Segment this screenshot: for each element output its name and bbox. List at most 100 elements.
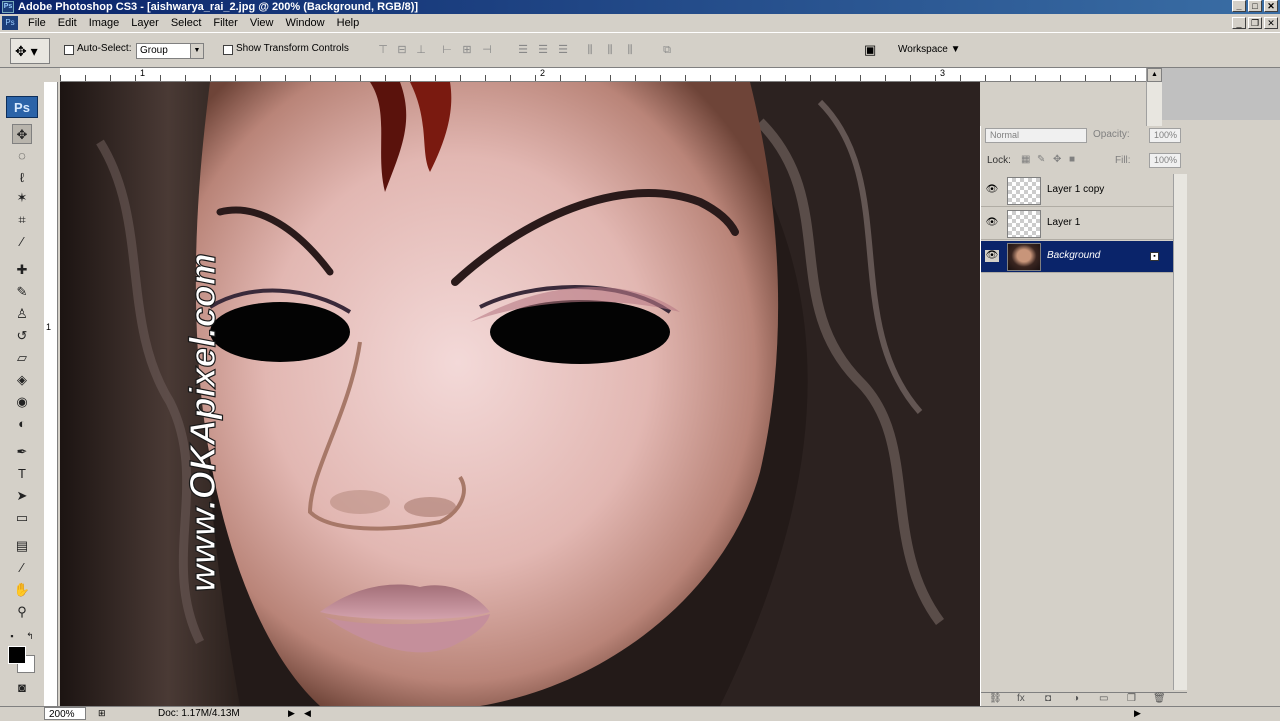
type-tool-icon[interactable]: T bbox=[12, 464, 32, 484]
menu-layer[interactable]: Layer bbox=[125, 14, 165, 32]
lock-label: Lock: bbox=[987, 155, 1011, 166]
close-button[interactable]: ✕ bbox=[1264, 0, 1278, 12]
lock-transparency-icon[interactable]: ▦ bbox=[1021, 154, 1030, 165]
marquee-tool-icon[interactable]: ◌ bbox=[12, 146, 32, 166]
layer-row[interactable]: 👁 Layer 1 copy bbox=[981, 175, 1173, 207]
menu-image[interactable]: Image bbox=[83, 14, 126, 32]
new-group-icon[interactable]: ▭ bbox=[1099, 693, 1108, 704]
new-layer-icon[interactable]: ❐ bbox=[1127, 693, 1136, 704]
history-brush-icon[interactable]: ↺ bbox=[12, 326, 32, 346]
paint-bucket-icon[interactable]: ◈ bbox=[12, 370, 32, 390]
menu-view[interactable]: View bbox=[244, 14, 280, 32]
scroll-left-icon[interactable]: ◀ bbox=[304, 707, 311, 720]
scroll-up-icon[interactable]: ▲ bbox=[1147, 68, 1162, 82]
layer-style-icon[interactable]: fx bbox=[1017, 693, 1025, 704]
document-icon[interactable]: Ps bbox=[2, 16, 18, 30]
toolbox: Ps ✥ ◌ ℓ ✶ ⌗ ⁄ ✚ ✎ ♙ ↺ ▱ ◈ ◉ ◐ ✒ T ➤ ▭ ▤… bbox=[0, 82, 44, 706]
auto-select-checkbox[interactable] bbox=[64, 45, 74, 55]
distribute-hcenter-icon[interactable]: ⫼ bbox=[603, 44, 617, 56]
eye-icon[interactable]: 👁 bbox=[985, 184, 999, 196]
workspace-button[interactable]: Workspace ▼ bbox=[898, 41, 961, 59]
lock-position-icon[interactable]: ✥ bbox=[1053, 154, 1061, 165]
lock-pixels-icon[interactable]: ✎ bbox=[1037, 154, 1045, 165]
align-top-icon[interactable]: ⊤ bbox=[376, 44, 390, 56]
auto-select-value: Group bbox=[140, 45, 168, 56]
vertical-ruler: 1 bbox=[44, 82, 58, 706]
blur-tool-icon[interactable]: ◉ bbox=[12, 392, 32, 412]
foreground-color-swatch[interactable] bbox=[8, 646, 26, 664]
menu-select[interactable]: Select bbox=[165, 14, 208, 32]
brush-tool-icon[interactable]: ✎ bbox=[12, 282, 32, 302]
fill-input[interactable]: 100% bbox=[1149, 153, 1181, 168]
minimize-button[interactable]: _ bbox=[1232, 0, 1246, 12]
distribute-top-icon[interactable]: ☰ bbox=[516, 44, 530, 56]
path-selection-icon[interactable]: ➤ bbox=[12, 486, 32, 506]
auto-align-icon[interactable]: ⧉ bbox=[660, 44, 674, 56]
auto-select-dropdown[interactable]: Group ▼ bbox=[136, 43, 204, 59]
dodge-tool-icon[interactable]: ◐ bbox=[12, 414, 32, 434]
default-colors-icon[interactable]: ▪ bbox=[6, 626, 18, 646]
document-canvas[interactable]: www.OKApixel.com bbox=[60, 82, 980, 706]
opacity-input[interactable]: 100% bbox=[1149, 128, 1181, 143]
menu-file[interactable]: File bbox=[22, 14, 52, 32]
move-tool-icon[interactable]: ✥ bbox=[12, 124, 32, 144]
layer-thumbnail bbox=[1007, 243, 1041, 271]
scroll-right-icon[interactable]: ▶ bbox=[1134, 707, 1141, 720]
clone-stamp-icon[interactable]: ♙ bbox=[12, 304, 32, 324]
magic-wand-icon[interactable]: ✶ bbox=[12, 188, 32, 208]
rectangle-tool-icon[interactable]: ▭ bbox=[12, 508, 32, 528]
pen-tool-icon[interactable]: ✒ bbox=[12, 442, 32, 462]
menu-help[interactable]: Help bbox=[331, 14, 366, 32]
doc-close-button[interactable]: ✕ bbox=[1264, 17, 1278, 29]
distribute-bottom-icon[interactable]: ☰ bbox=[556, 44, 570, 56]
swap-colors-icon[interactable]: ↰ bbox=[24, 626, 36, 646]
distribute-left-icon[interactable]: ⫼ bbox=[583, 44, 597, 56]
align-vcenter-icon[interactable]: ⊟ bbox=[395, 44, 409, 56]
hand-tool-icon[interactable]: ✋ bbox=[12, 580, 32, 600]
status-menu-icon[interactable]: ⊞ bbox=[98, 707, 106, 720]
align-left-icon[interactable]: ⊢ bbox=[440, 44, 454, 56]
lasso-tool-icon[interactable]: ℓ bbox=[12, 168, 32, 188]
auto-select-label: Auto-Select: bbox=[77, 43, 132, 54]
layers-panel: Normal Opacity: 100% Lock: ▦ ✎ ✥ ■ Fill:… bbox=[980, 126, 1188, 706]
layer-mask-icon[interactable]: ◘ bbox=[1045, 693, 1051, 704]
layer-thumbnail bbox=[1007, 177, 1041, 205]
blend-mode-dropdown[interactable]: Normal bbox=[985, 128, 1087, 143]
photoshop-logo[interactable]: Ps bbox=[6, 96, 38, 118]
layer-thumbnail bbox=[1007, 210, 1041, 238]
menu-edit[interactable]: Edit bbox=[52, 14, 83, 32]
lock-all-icon[interactable]: ■ bbox=[1069, 154, 1075, 165]
menu-filter[interactable]: Filter bbox=[207, 14, 243, 32]
align-hcenter-icon[interactable]: ⊞ bbox=[460, 44, 474, 56]
healing-brush-icon[interactable]: ✚ bbox=[12, 260, 32, 280]
link-layers-icon[interactable]: ⛓ bbox=[989, 693, 1002, 704]
notes-tool-icon[interactable]: ▤ bbox=[12, 536, 32, 556]
adjustment-layer-icon[interactable]: ◑ bbox=[1073, 693, 1079, 704]
eyedropper-icon[interactable]: ⁄ bbox=[12, 558, 32, 578]
chevron-down-icon: ▼ bbox=[190, 44, 203, 58]
align-bottom-icon[interactable]: ⊥ bbox=[414, 44, 428, 56]
tool-preset-picker[interactable]: ✥ ▾ bbox=[10, 38, 50, 64]
distribute-right-icon[interactable]: ⫼ bbox=[623, 44, 637, 56]
zoom-level-field[interactable]: 200% bbox=[44, 707, 86, 720]
doc-minimize-button[interactable]: _ bbox=[1232, 17, 1246, 29]
doc-restore-button[interactable]: ❐ bbox=[1248, 17, 1262, 29]
status-arrow-icon[interactable]: ▶ bbox=[288, 707, 295, 720]
crop-tool-icon[interactable]: ⌗ bbox=[12, 210, 32, 230]
layers-scrollbar[interactable] bbox=[1173, 174, 1187, 690]
workspace-icon[interactable]: ▣ bbox=[864, 41, 884, 59]
delete-layer-icon[interactable]: 🗑 bbox=[1153, 693, 1166, 704]
layer-row-selected[interactable]: 👁 Background ▪ bbox=[981, 241, 1173, 273]
show-transform-checkbox[interactable] bbox=[223, 45, 233, 55]
menu-window[interactable]: Window bbox=[280, 14, 331, 32]
layer-row[interactable]: 👁 Layer 1 bbox=[981, 208, 1173, 240]
maximize-button[interactable]: □ bbox=[1248, 0, 1262, 12]
distribute-vcenter-icon[interactable]: ☰ bbox=[536, 44, 550, 56]
align-right-icon[interactable]: ⊣ bbox=[480, 44, 494, 56]
zoom-tool-icon[interactable]: ⚲ bbox=[12, 602, 32, 622]
slice-tool-icon[interactable]: ⁄ bbox=[12, 232, 32, 252]
eye-icon[interactable]: 👁 bbox=[985, 250, 999, 262]
quick-mask-icon[interactable]: ◙ bbox=[12, 678, 32, 698]
eraser-tool-icon[interactable]: ▱ bbox=[12, 348, 32, 368]
eye-icon[interactable]: 👁 bbox=[985, 217, 999, 229]
